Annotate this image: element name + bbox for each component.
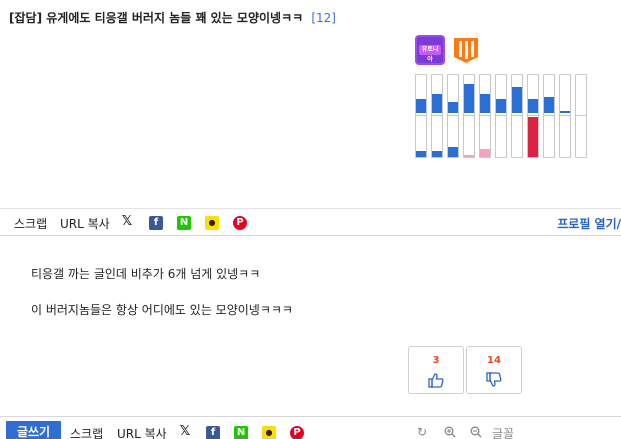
activity-bar bbox=[527, 74, 539, 158]
thumbs-up-icon bbox=[428, 373, 444, 388]
activity-bar-top bbox=[464, 84, 474, 113]
upvote-count: 3 bbox=[432, 355, 440, 366]
purple-badge-icon[interactable]: 유토니아 bbox=[415, 35, 445, 65]
activity-bar-divider bbox=[544, 115, 554, 116]
content-line-1: 티응갤 까는 글인데 비추가 6개 넘게 있넹ㅋㅋ bbox=[31, 267, 261, 281]
activity-bar-top bbox=[512, 87, 522, 113]
activity-bar-top bbox=[448, 102, 458, 113]
pinterest-share-icon[interactable]: P bbox=[233, 216, 247, 230]
bottom-toolbar: 글쓰기 스크랩 URL 복사 𝕏 f N ● P ↻ 글꼴 bbox=[0, 416, 621, 439]
activity-bar bbox=[415, 74, 427, 158]
bottom-pinterest-share-icon[interactable]: P bbox=[290, 426, 304, 439]
downvote-count: 14 bbox=[487, 355, 501, 366]
bottom-url-copy-button[interactable]: URL 복사 bbox=[117, 425, 167, 439]
bottom-kakao-share-icon[interactable]: ● bbox=[262, 426, 276, 439]
activity-bar bbox=[495, 74, 507, 158]
activity-bar-top bbox=[528, 99, 538, 113]
post-header: [잡담] 유게에도 티응갤 버러지 놈들 꽤 있는 모양이넹ㅋㅋ [12] 유토… bbox=[0, 0, 621, 208]
zoom-out-icon[interactable] bbox=[470, 426, 482, 438]
activity-bar-bottom bbox=[480, 149, 490, 157]
bottom-naver-share-icon[interactable]: N bbox=[234, 426, 248, 439]
upvote-button[interactable]: 3 bbox=[408, 346, 464, 394]
font-button[interactable]: 글꼴 bbox=[492, 425, 514, 439]
activity-bar-top bbox=[496, 99, 506, 113]
activity-bar bbox=[431, 74, 443, 158]
user-badges: 유토니아 bbox=[415, 35, 481, 65]
activity-bar bbox=[479, 74, 491, 158]
activity-bar-top bbox=[560, 111, 570, 113]
activity-bar bbox=[559, 74, 571, 158]
purple-badge-text: 유토니아 bbox=[419, 45, 441, 63]
activity-bar-divider bbox=[560, 115, 570, 116]
bottom-x-share-icon[interactable]: 𝕏 bbox=[178, 425, 192, 439]
activity-bar-divider bbox=[528, 115, 538, 116]
comment-count[interactable]: [12] bbox=[311, 11, 336, 25]
activity-bar-divider bbox=[480, 115, 490, 116]
post-content: 티응갤 까는 글인데 비추가 6개 넘게 있넹ㅋㅋ 이 버러지놈들은 항상 어디… bbox=[0, 237, 621, 412]
activity-bar-top bbox=[480, 94, 490, 113]
activity-bar-divider bbox=[432, 115, 442, 116]
bottom-scrap-button[interactable]: 스크랩 bbox=[70, 425, 103, 439]
naver-share-icon[interactable]: N bbox=[177, 216, 191, 230]
activity-bar-bottom bbox=[464, 155, 474, 157]
activity-bar-top bbox=[416, 99, 426, 113]
activity-bar bbox=[463, 74, 475, 158]
activity-bar-top bbox=[432, 94, 442, 113]
post-title: [잡담] 유게에도 티응갤 버러지 놈들 꽤 있는 모양이넹ㅋㅋ [12] bbox=[9, 9, 336, 26]
post-title-text: 유게에도 티응갤 버러지 놈들 꽤 있는 모양이넹ㅋㅋ bbox=[46, 11, 304, 25]
kakao-share-icon[interactable]: ● bbox=[205, 216, 219, 230]
refresh-icon[interactable]: ↻ bbox=[417, 425, 427, 439]
profile-open-link[interactable]: 프로필 열기/ bbox=[557, 215, 621, 232]
activity-bar-divider bbox=[496, 115, 506, 116]
activity-bar-divider bbox=[448, 115, 458, 116]
bottom-facebook-share-icon[interactable]: f bbox=[206, 426, 220, 439]
orange-badge-icon[interactable] bbox=[451, 35, 481, 65]
activity-bar bbox=[575, 74, 587, 158]
activity-bar-bottom bbox=[432, 151, 442, 157]
post-category: [잡담] bbox=[9, 11, 43, 25]
zoom-in-icon[interactable] bbox=[444, 426, 456, 438]
url-copy-button[interactable]: URL 복사 bbox=[60, 215, 110, 232]
content-line-2: 이 버러지놈들은 항상 어디에도 있는 모양이넹ㅋㅋㅋ bbox=[31, 303, 293, 317]
activity-bar-divider bbox=[512, 115, 522, 116]
activity-bar-divider bbox=[416, 115, 426, 116]
activity-bar-bottom bbox=[448, 147, 458, 157]
thumbs-down-icon bbox=[486, 372, 502, 387]
activity-bar-bottom bbox=[416, 151, 426, 157]
post-toolbar: 스크랩 URL 복사 𝕏 f N ● P 프로필 열기/ bbox=[0, 208, 621, 236]
activity-bar-top bbox=[544, 97, 554, 113]
activity-bar-divider bbox=[576, 115, 586, 116]
activity-bars bbox=[415, 74, 587, 158]
activity-bar-bottom bbox=[528, 117, 538, 157]
facebook-share-icon[interactable]: f bbox=[149, 216, 163, 230]
activity-bar bbox=[447, 74, 459, 158]
scrap-button[interactable]: 스크랩 bbox=[14, 215, 47, 232]
downvote-button[interactable]: 14 bbox=[466, 346, 522, 394]
write-button[interactable]: 글쓰기 bbox=[6, 421, 61, 439]
activity-bar bbox=[543, 74, 555, 158]
activity-bar-divider bbox=[464, 115, 474, 116]
activity-bar bbox=[511, 74, 523, 158]
x-share-icon[interactable]: 𝕏 bbox=[120, 215, 134, 229]
